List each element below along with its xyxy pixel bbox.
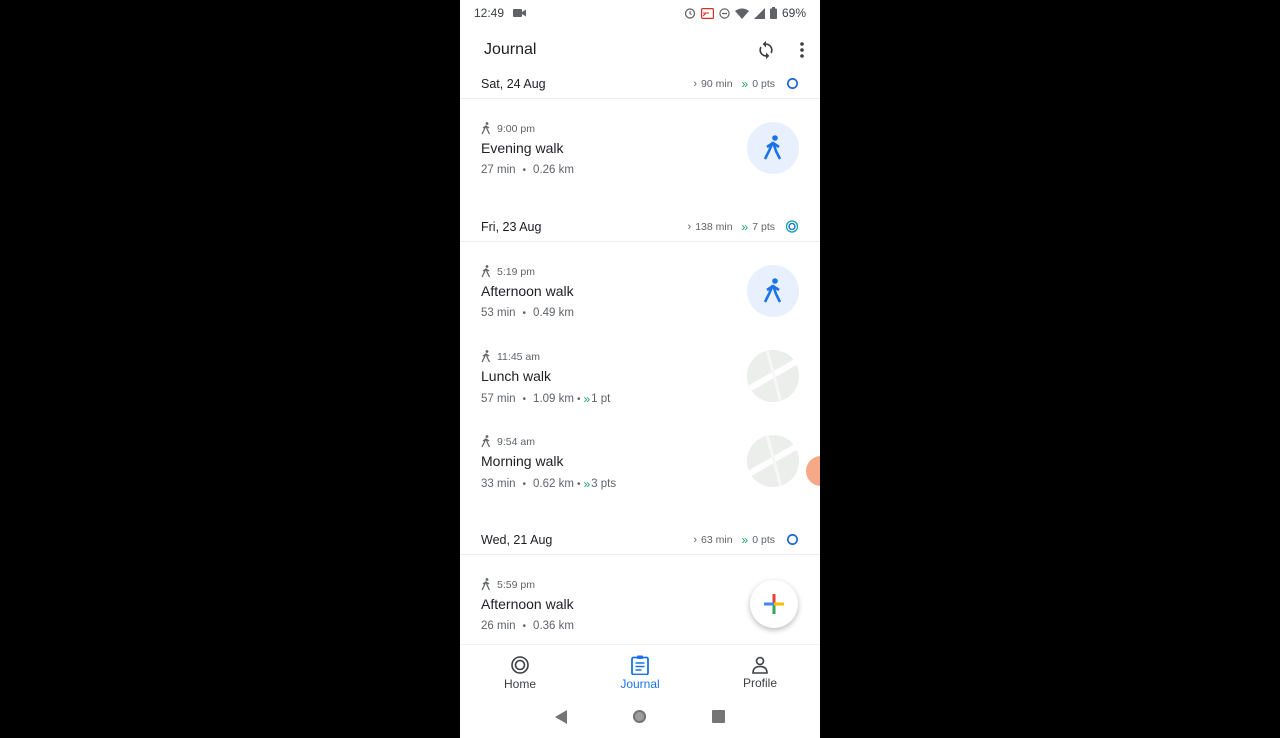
walking-icon: [481, 122, 491, 135]
activity-distance: 0.62 km: [533, 478, 574, 490]
journal-clipboard-icon: [631, 655, 649, 675]
plus-icon: [764, 594, 784, 614]
activity-name: Lunch walk: [481, 368, 552, 384]
status-bar: 12:49 69%: [460, 0, 820, 26]
heart-points-icon: »: [741, 219, 749, 234]
nav-home-label: Home: [503, 676, 536, 691]
activity-duration: 26 min: [481, 620, 516, 632]
chevron-right-icon: ›: [693, 77, 698, 90]
phone-screen: 12:49 69% Journal Sat, 24 Aug › 90 min »…: [460, 0, 820, 738]
heart-points-icon: »: [583, 477, 590, 491]
move-minutes: 138 min: [695, 220, 733, 233]
activity-distance: 0.36 km: [533, 620, 574, 632]
activity-distance: 0.49 km: [533, 307, 574, 319]
home-button[interactable]: [632, 709, 647, 729]
activity-time: 11:45 am: [497, 350, 540, 363]
move-minutes: 90 min: [701, 77, 733, 90]
chevron-right-icon: ›: [693, 533, 698, 546]
day-date: Fri, 23 Aug: [481, 219, 542, 234]
video-camera-icon: [513, 8, 527, 18]
heart-points: 0 pts: [752, 533, 775, 546]
activity-item[interactable]: 11:45 am Lunch walk 57 min • 1.09 km •» 1…: [460, 344, 820, 422]
route-map-thumbnail: [747, 350, 799, 402]
activity-thumbnail: [747, 122, 799, 174]
day-header[interactable]: Wed, 21 Aug › 63 min » 0 pts: [460, 525, 820, 555]
day-date: Wed, 21 Aug: [481, 532, 553, 547]
nav-profile[interactable]: Profile: [700, 645, 820, 700]
heart-points: 0 pts: [752, 77, 775, 90]
activity-name: Afternoon walk: [481, 596, 574, 612]
walking-icon: [763, 278, 782, 303]
walking-icon: [481, 350, 491, 363]
home-rings-icon: [511, 655, 529, 674]
activity-item[interactable]: 9:00 pm Evening walk 27 min • 0.26 km: [460, 116, 820, 194]
walking-icon: [481, 265, 491, 278]
activity-duration: 53 min: [481, 307, 516, 319]
heart-points: 7 pts: [752, 220, 775, 233]
activity-points: 3 pts: [591, 478, 617, 490]
walking-icon: [763, 135, 782, 160]
nav-journal-label: Journal: [620, 676, 660, 691]
activity-duration: 57 min: [481, 393, 516, 405]
goal-ring-icon: [785, 77, 799, 91]
heart-points-icon: »: [741, 76, 749, 91]
recents-square-icon: [712, 710, 726, 723]
walking-icon: [481, 435, 491, 448]
activity-name: Evening walk: [481, 140, 564, 156]
activity-name: Morning walk: [481, 453, 564, 469]
app-bar: Journal: [460, 26, 820, 74]
activity-time: 5:59 pm: [497, 578, 535, 591]
sync-button[interactable]: [748, 26, 784, 74]
more-options-button[interactable]: [784, 26, 820, 74]
do-not-disturb-icon: [719, 7, 730, 19]
person-icon: [752, 656, 768, 674]
battery-icon: [769, 7, 777, 19]
system-navigation-bar: [460, 700, 820, 738]
nav-home[interactable]: Home: [460, 645, 580, 700]
activity-item[interactable]: 5:19 pm Afternoon walk 53 min • 0.49 km: [460, 259, 820, 337]
battery-percent: 69%: [781, 6, 806, 20]
move-minutes: 63 min: [701, 533, 733, 546]
activity-duration: 33 min: [481, 478, 516, 490]
day-date: Sat, 24 Aug: [481, 76, 546, 91]
back-triangle-icon: [554, 709, 567, 724]
recents-button[interactable]: [712, 710, 726, 728]
walking-icon: [481, 578, 491, 591]
sync-icon: [759, 40, 773, 60]
activity-time: 5:19 pm: [497, 265, 535, 278]
add-activity-button[interactable]: [750, 580, 798, 628]
activity-distance: 0.26 km: [533, 164, 574, 176]
journal-list[interactable]: Sat, 24 Aug › 90 min » 0 pts 9:00 pm Eveni…: [460, 74, 820, 644]
signal-icon: [753, 7, 765, 19]
activity-points: 1 pt: [591, 393, 611, 405]
chevron-right-icon: ›: [687, 220, 692, 233]
home-circle-icon: [632, 709, 647, 724]
back-button[interactable]: [554, 709, 567, 729]
activity-time: 9:00 pm: [497, 122, 535, 135]
activity-distance: 1.09 km: [533, 393, 574, 405]
heart-points-icon: »: [583, 392, 590, 406]
more-vert-icon: [800, 42, 804, 58]
route-map-thumbnail: [747, 435, 799, 487]
alarm-icon: [684, 7, 696, 19]
activity-duration: 27 min: [481, 164, 516, 176]
activity-item[interactable]: 9:54 am Morning walk 33 min • 0.62 km •»…: [460, 429, 820, 507]
wifi-icon: [734, 8, 749, 19]
cast-icon: [700, 7, 714, 19]
activity-time: 9:54 am: [497, 435, 535, 448]
activity-name: Afternoon walk: [481, 283, 574, 299]
day-header[interactable]: Fri, 23 Aug › 138 min » 7 pts: [460, 212, 820, 242]
bottom-navigation: Home Journal Profile: [460, 644, 820, 700]
nav-journal[interactable]: Journal: [580, 645, 700, 700]
status-time: 12:49: [474, 6, 505, 20]
goal-ring-icon: [785, 220, 799, 234]
day-header[interactable]: Sat, 24 Aug › 90 min » 0 pts: [460, 74, 820, 99]
goal-ring-icon: [785, 533, 799, 547]
heart-points-icon: »: [741, 532, 749, 547]
nav-profile-label: Profile: [742, 675, 777, 690]
page-title: Journal: [484, 41, 537, 58]
activity-thumbnail: [747, 265, 799, 317]
